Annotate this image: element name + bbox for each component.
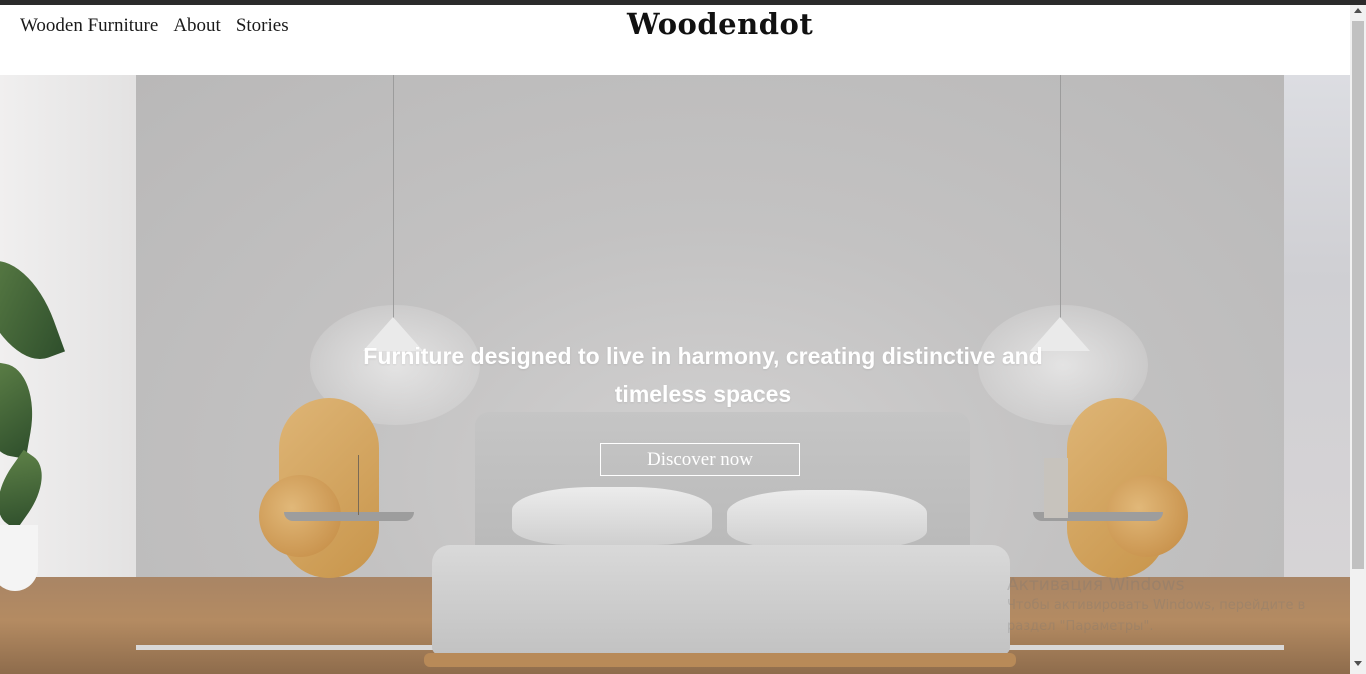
lamp-cord-left — [393, 75, 394, 319]
watermark-line-2: раздел "Параметры". — [1007, 619, 1154, 634]
site-logo[interactable]: Woodendot — [627, 7, 813, 41]
scroll-up-arrow-icon[interactable] — [1354, 8, 1362, 13]
site-header: Wooden Furniture About Stories Woodendot — [0, 5, 1350, 75]
windows-activation-watermark: Активация Windows Чтобы активировать Win… — [1007, 575, 1327, 637]
bed-mattress — [432, 545, 1010, 655]
discover-now-button[interactable]: Discover now — [600, 443, 800, 476]
bed-base — [424, 653, 1016, 667]
bed-pillow-right — [727, 490, 927, 548]
bed-pillow-left — [512, 487, 712, 545]
nightstand-left-shelf — [284, 512, 414, 521]
scroll-down-arrow-icon[interactable] — [1354, 661, 1362, 666]
watermark-line-1: Чтобы активировать Windows, перейдите в — [1007, 598, 1306, 613]
watermark-title: Активация Windows — [1007, 575, 1185, 595]
vase-right — [1044, 458, 1068, 518]
nav-link-about[interactable]: About — [173, 15, 221, 37]
nav-link-wooden-furniture[interactable]: Wooden Furniture — [20, 15, 158, 37]
hero-banner: Furniture designed to live in harmony, c… — [0, 75, 1350, 674]
page-scrollbar[interactable] — [1350, 5, 1366, 674]
plant-pot — [0, 525, 38, 591]
hero-headline: Furniture designed to live in harmony, c… — [363, 343, 1043, 407]
nav-link-stories[interactable]: Stories — [236, 15, 289, 37]
scrollbar-thumb[interactable] — [1352, 21, 1364, 569]
vase-left — [358, 455, 382, 515]
lamp-cord-right — [1060, 75, 1061, 319]
hero-content: Furniture designed to live in harmony, c… — [330, 337, 1076, 476]
main-nav: Wooden Furniture About Stories — [20, 15, 289, 37]
hero-wall-right — [1284, 75, 1350, 585]
